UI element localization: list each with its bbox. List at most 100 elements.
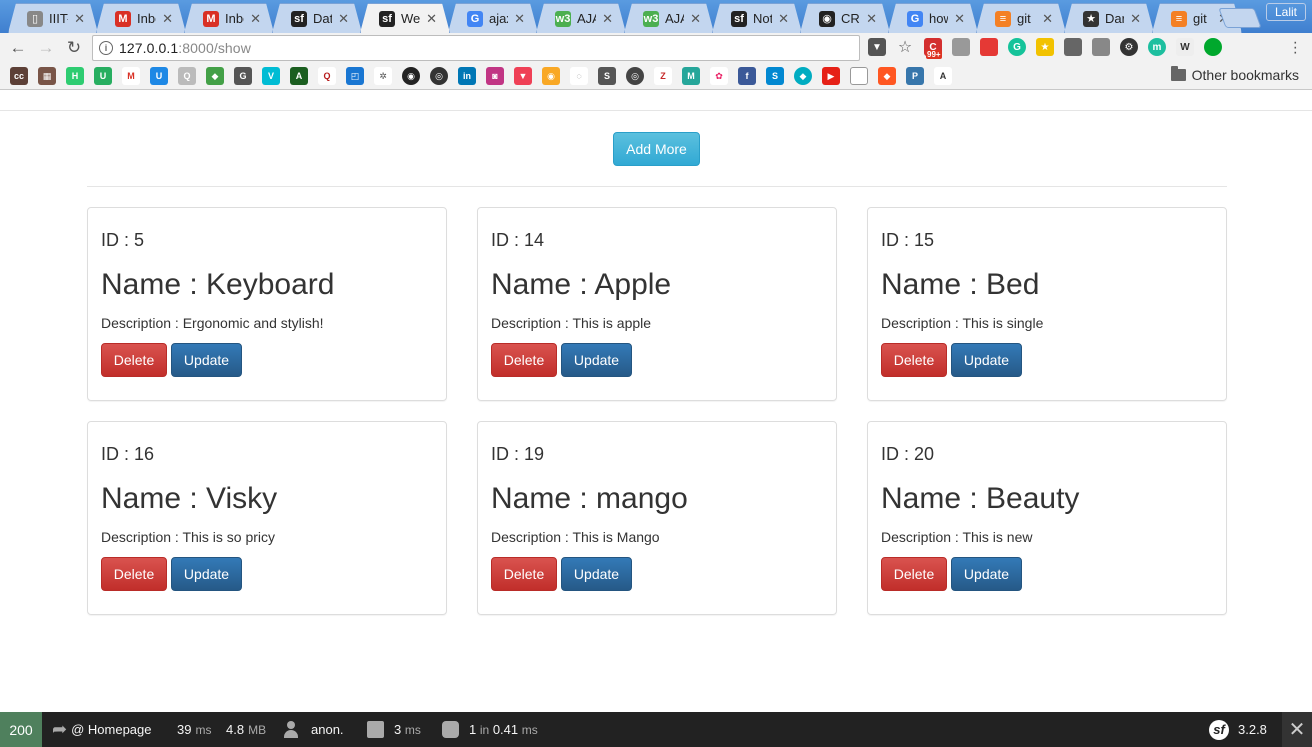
bookmark-icon[interactable]: V — [262, 67, 280, 85]
grammarly-icon[interactable]: G — [1008, 38, 1026, 56]
bookmark-icon[interactable]: ✲ — [374, 67, 392, 85]
database-panel[interactable]: 1 in 0.41 ms — [442, 712, 538, 747]
status-code-badge[interactable]: 200 — [0, 712, 42, 747]
bookmark-icon[interactable]: A — [934, 67, 952, 85]
info-icon[interactable]: i — [99, 41, 113, 55]
bookmark-icon[interactable]: ✿ — [710, 67, 728, 85]
bookmark-icon[interactable]: Q — [178, 67, 196, 85]
other-bookmarks-button[interactable]: Other bookmarks — [1170, 66, 1299, 83]
bookmark-icon[interactable]: A — [290, 67, 308, 85]
bookmark-icon[interactable]: ◆ — [794, 67, 812, 85]
bookmark-icon[interactable]: G — [234, 67, 252, 85]
browser-tab[interactable]: Gajax ✕ — [448, 3, 538, 33]
browser-tab[interactable]: w3 AJA ✕ — [536, 3, 626, 33]
update-button[interactable]: Update — [561, 343, 632, 377]
close-icon[interactable]: ✕ — [1130, 11, 1141, 27]
bookmark-star-icon[interactable]: ☆ — [896, 38, 914, 56]
quora-icon[interactable]: Q — [318, 67, 336, 85]
bookmark-icon[interactable]: Z — [654, 67, 672, 85]
close-icon[interactable]: ✕ — [866, 11, 877, 27]
bookmark-icon[interactable]: ◆ — [878, 67, 896, 85]
delete-button[interactable]: Delete — [101, 557, 167, 591]
bookmark-icon[interactable]: U — [150, 67, 168, 85]
close-icon[interactable]: ✕ — [1042, 11, 1053, 27]
linkedin-icon[interactable]: in — [458, 67, 476, 85]
memory-panel[interactable]: 4.8 MB — [226, 712, 266, 747]
close-icon[interactable]: ✕ — [602, 11, 613, 27]
back-arrow-icon[interactable]: ← — [8, 38, 28, 58]
update-button[interactable]: Update — [951, 557, 1022, 591]
bookmark-icon[interactable]: ◎ — [430, 67, 448, 85]
browser-tab[interactable]: sf Wel ✕ — [360, 3, 450, 33]
extension-icon[interactable] — [952, 38, 970, 56]
gear-icon[interactable]: ⚙ — [1120, 38, 1138, 56]
update-button[interactable]: Update — [171, 557, 242, 591]
profile-button[interactable]: Lalit — [1265, 3, 1306, 21]
update-button[interactable]: Update — [951, 343, 1022, 377]
extension-icon[interactable] — [1092, 38, 1110, 56]
close-icon[interactable]: ✕ — [690, 11, 701, 27]
bookmark-icon[interactable]: ◆ — [206, 67, 224, 85]
close-icon[interactable]: ✕ — [778, 11, 789, 27]
bookmark-icon[interactable]: M — [682, 67, 700, 85]
close-icon[interactable]: ✕ — [338, 11, 349, 27]
bookmark-icon[interactable]: U — [94, 67, 112, 85]
delete-button[interactable]: Delete — [491, 557, 557, 591]
page-icon[interactable] — [850, 67, 868, 85]
menu-dots-icon[interactable]: · · · — [1293, 35, 1298, 61]
browser-tab[interactable]: ★ Dar ✕ — [1064, 3, 1154, 33]
wikipedia-icon[interactable]: W — [1176, 38, 1194, 56]
route-panel[interactable]: ➦ @ Homepage — [52, 712, 152, 747]
pocket-icon[interactable]: ▼ — [514, 67, 532, 85]
bookmark-icon[interactable]: S — [598, 67, 616, 85]
extension-icon[interactable] — [1064, 38, 1082, 56]
delete-button[interactable]: Delete — [881, 557, 947, 591]
close-icon[interactable]: ✕ — [1282, 712, 1312, 747]
bookmark-icon[interactable]: cc — [10, 67, 28, 85]
time-panel[interactable]: 39 ms — [177, 712, 211, 747]
bookmark-icon[interactable]: ▦ — [38, 67, 56, 85]
close-icon[interactable]: ✕ — [514, 11, 525, 27]
bookmark-icon[interactable]: H — [66, 67, 84, 85]
facebook-icon[interactable]: f — [738, 67, 756, 85]
close-icon[interactable]: ✕ — [162, 11, 173, 27]
browser-tab[interactable]: Ghow ✕ — [888, 3, 978, 33]
extension-icon[interactable]: ★ — [1036, 38, 1054, 56]
delete-button[interactable]: Delete — [101, 343, 167, 377]
reload-icon[interactable]: ↻ — [64, 38, 84, 58]
bookmark-icon[interactable]: ◎ — [626, 67, 644, 85]
browser-tab[interactable]: ▯ IIIT- ✕ — [8, 3, 98, 33]
close-icon[interactable]: ✕ — [74, 11, 85, 27]
extension-badge-icon[interactable]: C 99+ — [924, 38, 942, 59]
browser-tab[interactable]: ◉ CRU ✕ — [800, 3, 890, 33]
delete-button[interactable]: Delete — [491, 343, 557, 377]
browser-tab[interactable]: w3 AJA ✕ — [624, 3, 714, 33]
github-icon[interactable]: ◉ — [402, 67, 420, 85]
close-icon[interactable]: ✕ — [250, 11, 261, 27]
close-icon[interactable]: ✕ — [954, 11, 965, 27]
bookmark-icon[interactable]: S — [766, 67, 784, 85]
update-button[interactable]: Update — [171, 343, 242, 377]
browser-tab[interactable]: sf Not ✕ — [712, 3, 802, 33]
gmail-icon[interactable]: M — [122, 67, 140, 85]
add-more-button[interactable]: Add More — [613, 132, 700, 166]
user-panel[interactable]: anon. — [284, 712, 344, 747]
new-tab-button[interactable] — [1218, 8, 1262, 28]
close-icon[interactable]: ✕ — [426, 11, 437, 27]
twig-panel[interactable]: 3 ms — [367, 712, 421, 747]
browser-tab[interactable]: M Inbo ✕ — [96, 3, 186, 33]
browser-tab[interactable]: ≡ git ✕ — [976, 3, 1066, 33]
extension-icon[interactable]: m — [1148, 38, 1166, 56]
pocket-icon[interactable]: ▼ — [868, 38, 886, 56]
browser-tab[interactable]: M Inbo ✕ — [184, 3, 274, 33]
bookmark-icon[interactable]: ◉ — [542, 67, 560, 85]
forward-arrow-icon[interactable]: → — [36, 38, 56, 58]
instagram-icon[interactable]: ◙ — [486, 67, 504, 85]
delete-button[interactable]: Delete — [881, 343, 947, 377]
bookmark-icon[interactable]: ◌ — [570, 67, 588, 85]
python-icon[interactable]: P — [906, 67, 924, 85]
youtube-icon[interactable]: ▶ — [822, 67, 840, 85]
symfony-version-panel[interactable]: sf 3.2.8 — [1209, 712, 1267, 747]
address-bar[interactable]: i 127.0.0.1:8000/show — [92, 35, 860, 61]
evernote-icon[interactable] — [1204, 38, 1222, 56]
